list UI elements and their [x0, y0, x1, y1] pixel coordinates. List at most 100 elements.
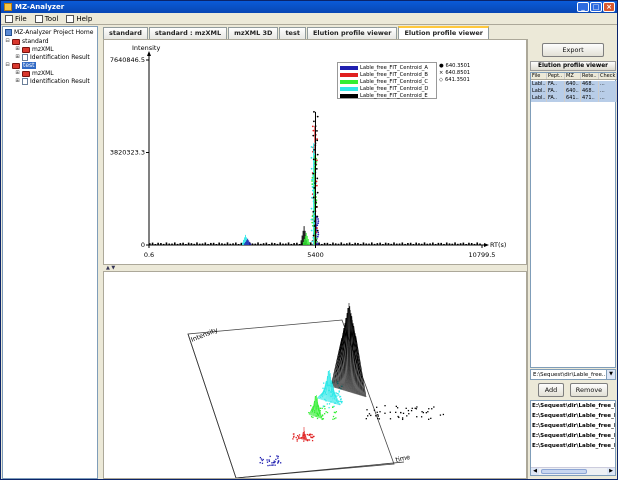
- baseline-noise-mark: [365, 243, 368, 245]
- list-item[interactable]: E:\Sequest\dir\Lable_free_FIT_C: [531, 411, 615, 421]
- list-item[interactable]: E:\Sequest\dir\Lable_free_FIT_C: [531, 421, 615, 431]
- expand-icon[interactable]: ⊞: [15, 79, 20, 84]
- tab-test[interactable]: test: [279, 27, 306, 39]
- tab-bar: standard standard : mzXML mzXML 3D test …: [103, 26, 527, 39]
- tab-standard[interactable]: standard: [103, 27, 148, 39]
- tab-elution-profile-viewer-1[interactable]: Elution profile viewer: [306, 27, 398, 39]
- column-header[interactable]: Rete..: [581, 73, 599, 79]
- series-point: [316, 129, 318, 132]
- tree-item-standard[interactable]: ⊟ standard: [5, 38, 48, 45]
- scatter-point: [322, 418, 325, 420]
- maximize-button[interactable]: □: [590, 2, 602, 12]
- add-button[interactable]: Add: [538, 383, 564, 397]
- menu-help[interactable]: Help: [66, 14, 92, 23]
- menu-tool[interactable]: Tool: [34, 14, 58, 23]
- tree-item-standard-identification[interactable]: ⊞ Identification Result: [15, 54, 90, 61]
- baseline-noise-mark: [434, 243, 437, 245]
- baseline-noise-mark: [171, 243, 173, 245]
- legend-label: Lable_free_FIT_Centroid_E: [360, 93, 428, 99]
- baseline-noise-mark: [401, 242, 404, 245]
- scatter-point: [433, 406, 435, 408]
- scatter-point: [303, 440, 305, 442]
- column-header[interactable]: Check: [599, 73, 617, 79]
- baseline-noise-mark: [445, 242, 448, 245]
- tab-standard-mzxml[interactable]: standard : mzXML: [148, 27, 228, 39]
- scatter-point: [298, 436, 300, 438]
- baseline-noise-mark: [437, 242, 440, 245]
- close-button[interactable]: ×: [603, 2, 615, 12]
- baseline-noise-mark: [459, 243, 462, 245]
- baseline-noise-mark: [334, 243, 337, 245]
- baseline-noise-mark: [468, 242, 470, 245]
- scatter-point: [310, 436, 312, 438]
- baseline-noise-mark: [376, 243, 379, 245]
- scatter-point: [312, 416, 314, 419]
- list-item[interactable]: E:\Sequest\dir\Lable_free_FIT_C: [531, 431, 615, 441]
- scroll-right-icon[interactable]: ▶: [607, 468, 615, 475]
- series-point: [315, 168, 318, 170]
- minimize-button[interactable]: _: [577, 2, 589, 12]
- baseline-noise-mark: [462, 242, 465, 245]
- collapse-icon[interactable]: ⊟: [5, 39, 10, 44]
- series-point: [314, 163, 317, 166]
- baseline-noise-mark: [329, 243, 331, 245]
- table-cell: Labl..: [532, 88, 547, 95]
- scatter-point: [326, 403, 328, 405]
- scatter-point: [401, 418, 404, 421]
- horizontal-scrollbar[interactable]: ◀ ▶: [531, 467, 615, 475]
- cross-icon: ×: [439, 70, 444, 76]
- chevron-down-icon[interactable]: ▼: [606, 370, 615, 379]
- tree-root[interactable]: MZ-Analyzer Project Home: [5, 29, 93, 36]
- list-item[interactable]: E:\Sequest\dir\Lable_free_FIT_C: [531, 441, 615, 451]
- baseline-noise-mark: [284, 243, 287, 245]
- baseline-noise-mark: [223, 243, 226, 245]
- check-button[interactable]: ...: [599, 81, 617, 88]
- baseline-noise-mark: [257, 242, 259, 245]
- table-row[interactable]: Labl.. FA.. 641.. 471.. ...: [531, 95, 617, 102]
- column-header[interactable]: MZ: [565, 73, 581, 79]
- scatter-point: [402, 412, 405, 415]
- baseline-noise-mark: [451, 243, 454, 245]
- table-row[interactable]: Labl.. FA.. 640.. 468.. ...: [531, 81, 617, 88]
- file-select[interactable]: E:\Sequest\dir\Lable_free... ▼: [530, 369, 616, 380]
- export-button[interactable]: Export: [542, 43, 604, 57]
- remove-button[interactable]: Remove: [570, 383, 608, 397]
- scatter-point: [421, 411, 423, 413]
- tab-elution-profile-viewer-2[interactable]: Elution profile viewer: [398, 26, 490, 39]
- table-cell: 471..: [581, 95, 599, 102]
- expand-icon[interactable]: ⊞: [15, 47, 20, 52]
- scatter-point: [306, 433, 308, 436]
- menu-file[interactable]: File: [5, 14, 27, 23]
- series-point: [316, 139, 319, 142]
- expand-icon[interactable]: ⊞: [15, 71, 20, 76]
- check-button[interactable]: ...: [599, 95, 617, 102]
- column-header[interactable]: Pept..: [547, 73, 565, 79]
- tree-item-test-identification[interactable]: ⊞ Identification Result: [15, 78, 90, 85]
- series-point: [316, 229, 319, 232]
- series-point: [312, 175, 315, 177]
- tree-item-standard-mzxml[interactable]: ⊞ mzXML: [15, 46, 53, 53]
- scatter-point: [322, 405, 325, 408]
- check-button[interactable]: ...: [599, 88, 617, 95]
- collapse-icon[interactable]: ⊟: [5, 63, 10, 68]
- scatter-point: [273, 460, 275, 462]
- scatter-point: [266, 459, 268, 461]
- scroll-thumb[interactable]: [541, 469, 587, 474]
- baseline-noise-mark: [154, 243, 157, 245]
- tab-mzxml-3d[interactable]: mzXML 3D: [228, 27, 279, 39]
- tree-item-test-mzxml[interactable]: ⊞ mzXML: [15, 70, 53, 77]
- baseline-noise-mark: [290, 243, 293, 245]
- scatter-point: [272, 464, 274, 466]
- baseline-noise-mark: [390, 243, 393, 245]
- expand-icon[interactable]: ⊞: [15, 55, 20, 60]
- table-row[interactable]: Labl.. FA.. 640.. 468.. ...: [531, 88, 617, 95]
- tree-item-test[interactable]: ⊟ test: [5, 62, 36, 69]
- scatter-point: [310, 416, 313, 418]
- scroll-left-icon[interactable]: ◀: [531, 468, 539, 475]
- scatter-point: [319, 407, 322, 409]
- list-item[interactable]: E:\Sequest\dir\Lable_free_FIT_C: [531, 401, 615, 411]
- series-point: [316, 159, 318, 162]
- table-cell: Labl..: [532, 95, 547, 102]
- column-header[interactable]: File: [531, 73, 547, 79]
- baseline-noise-mark: [265, 242, 268, 245]
